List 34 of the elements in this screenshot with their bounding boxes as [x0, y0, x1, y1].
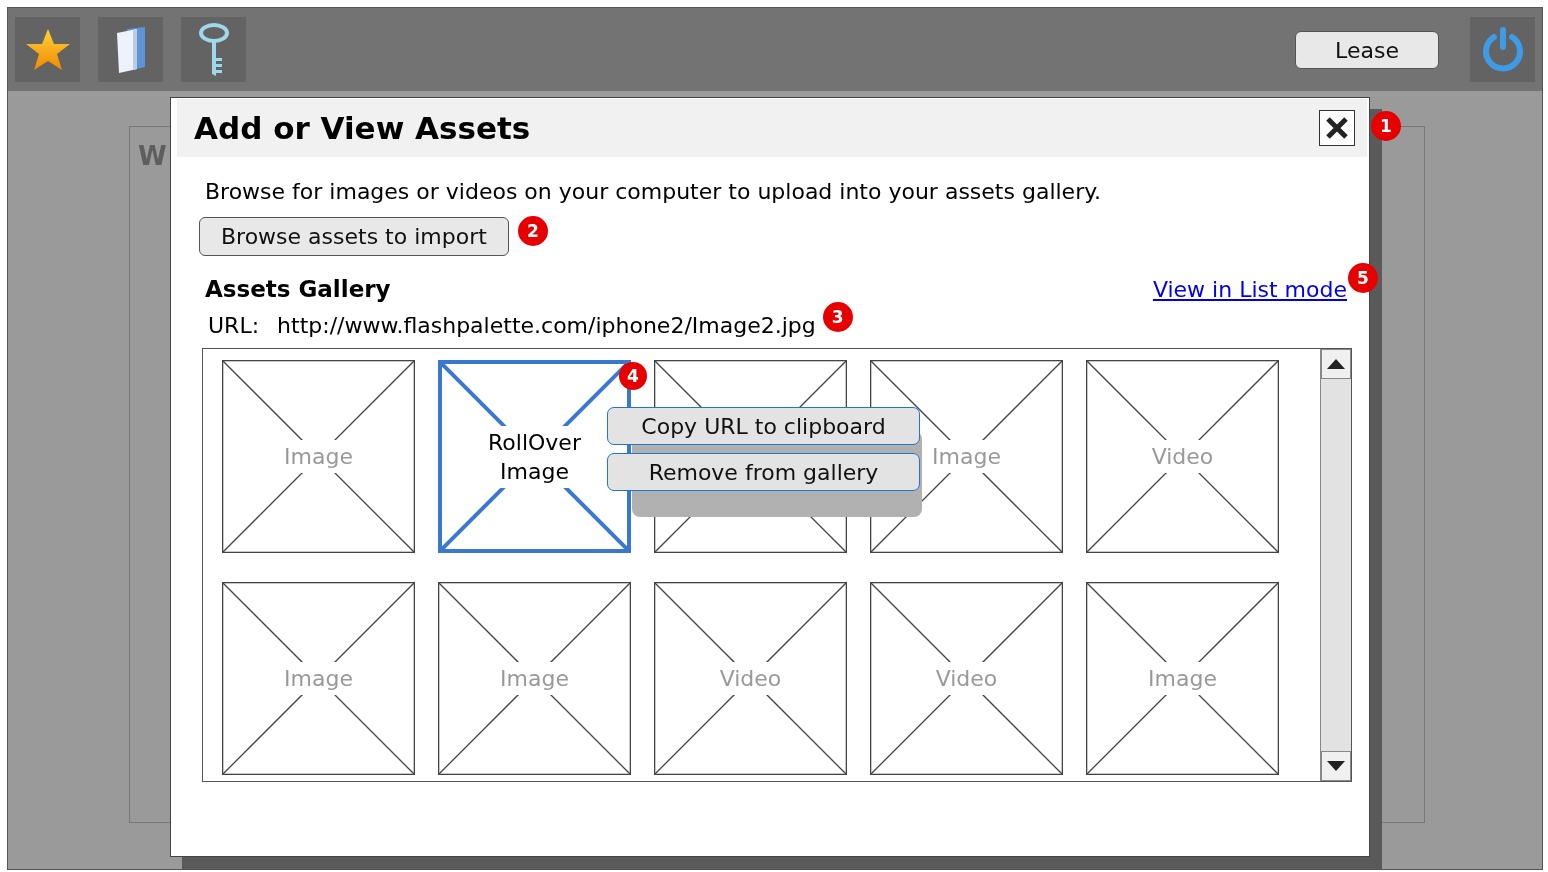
toolbar-button[interactable] — [15, 17, 80, 82]
up-arrow-icon — [1327, 359, 1345, 369]
scrollbar[interactable] — [1320, 349, 1351, 781]
toolbar-button[interactable] — [181, 17, 246, 82]
list-mode-link[interactable]: View in List mode — [1152, 276, 1347, 302]
callout-badge: 3 — [822, 302, 853, 332]
menu-item[interactable]: Copy URL to clipboard — [607, 407, 920, 445]
lease-button[interactable]: Lease — [1295, 31, 1439, 69]
toolbar-button[interactable] — [98, 17, 163, 82]
asset-tile[interactable]: Image — [438, 582, 631, 775]
scroll-up-button[interactable] — [1321, 349, 1351, 379]
asset-tile[interactable]: Video — [654, 582, 847, 775]
description-text: Browse for images or videos on your computer to upload into your assets gallery. — [205, 179, 1103, 204]
panel-heading: W — [138, 141, 167, 171]
callout-badge: 5 — [1348, 262, 1378, 293]
menu-item[interactable]: Remove from gallery — [607, 453, 920, 491]
scroll-down-button[interactable] — [1321, 751, 1351, 781]
close-button[interactable] — [1319, 110, 1355, 146]
gallery-title: Assets Gallery — [205, 276, 392, 302]
url-label: URL: — [208, 313, 260, 338]
asset-tile[interactable]: Image — [222, 360, 415, 553]
callout-badge: 1 — [1371, 111, 1401, 141]
dialog-title: Add or View Assets — [194, 110, 532, 146]
callout-badge: 2 — [517, 216, 548, 246]
close-icon — [1325, 116, 1349, 140]
key-icon — [196, 21, 231, 78]
asset-tile[interactable]: Video — [870, 582, 1063, 775]
down-arrow-icon — [1327, 761, 1345, 771]
asset-tile[interactable]: Video — [1086, 360, 1279, 553]
browse-button[interactable]: Browse assets to import — [199, 217, 509, 256]
asset-tile[interactable]: Image — [1086, 582, 1279, 775]
asset-tile[interactable]: Image — [222, 582, 415, 775]
callout-badge: 4 — [619, 362, 647, 390]
url-text: http://www.flashpalette.com/iphone2/Image2.jpg — [277, 313, 816, 338]
